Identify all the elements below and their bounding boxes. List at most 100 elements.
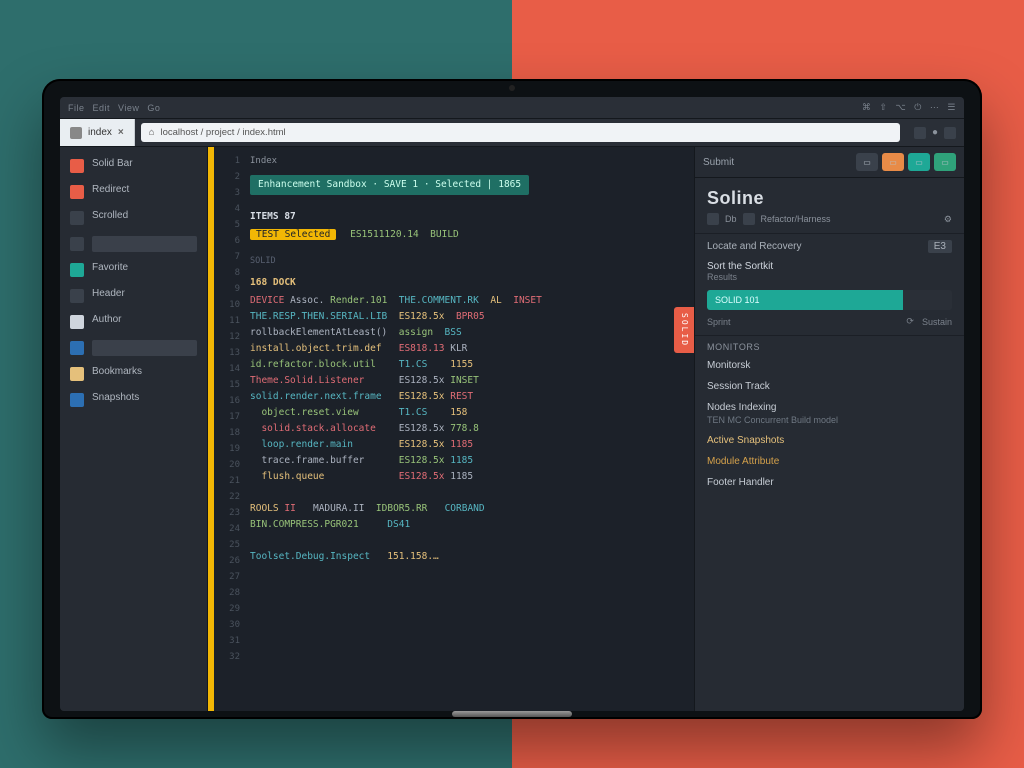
section-title: Monitors	[695, 335, 964, 356]
status-icon[interactable]: ⋯	[930, 102, 940, 113]
editor-tab[interactable]: Index	[250, 153, 686, 169]
tab-close-icon[interactable]: ×	[118, 127, 124, 138]
line-number: 5	[214, 217, 240, 233]
sidebar-item[interactable]: Header	[60, 283, 207, 309]
code-line: trace.frame.buffer ES128.5x 1185	[250, 453, 686, 469]
line-number: 14	[214, 361, 240, 377]
crumb-a[interactable]: Db	[725, 214, 737, 224]
code-line: ROOLS II MADURA.II IDBOR5.RR CORBAND	[250, 501, 686, 517]
code-line: rollbackElementAtLeast() assign BSS	[250, 325, 686, 341]
sidebar-item[interactable]: Favorite	[60, 257, 207, 283]
line-number: 27	[214, 569, 240, 585]
chip[interactable]: Sprint	[707, 317, 731, 327]
sidebar-swatch	[70, 315, 84, 329]
line-number: 4	[214, 201, 240, 217]
status-icon: ⇧	[879, 102, 887, 113]
breadcrumb[interactable]: Db Refactor/Harness ⚙	[695, 213, 964, 233]
line-number: 30	[214, 617, 240, 633]
sidebar-item[interactable]: Solid Bar	[60, 153, 207, 179]
status-banner: Enhancement Sandbox · SAVE 1 · Selected …	[250, 175, 529, 195]
search-input[interactable]: SOLID 101	[707, 290, 952, 310]
sidebar-item-label: Header	[92, 288, 197, 304]
setting-row[interactable]: Footer Handler	[695, 473, 964, 494]
code-line: THE.RESP.THEN.SERIAL.LIB ES128.5x BPR05	[250, 309, 686, 325]
line-number: 2	[214, 169, 240, 185]
line-number: 29	[214, 601, 240, 617]
line-number: 15	[214, 377, 240, 393]
menu-edit[interactable]: Edit	[93, 103, 111, 113]
line-number: 13	[214, 345, 240, 361]
sidebar-swatch	[70, 263, 84, 277]
setting-row[interactable]: Session Track	[695, 377, 964, 398]
sidebar-item[interactable]: Redirect	[60, 179, 207, 205]
crumb-b[interactable]: Refactor/Harness	[761, 214, 831, 224]
browser-tools: ●	[906, 119, 964, 146]
menu-right: ⌘ ⇧ ⌥ ⏻ ⋯ ☰	[862, 102, 956, 113]
menu-left: File Edit View Go	[68, 103, 160, 113]
crumb-icon	[707, 213, 719, 225]
setting-row[interactable]: Module Attribute	[695, 452, 964, 473]
sidebar-item[interactable]	[60, 335, 207, 361]
status-icon[interactable]: ☰	[947, 102, 956, 113]
status-icon: ⏻	[914, 102, 922, 113]
code-line: DEVICE Assoc. Render.101 THE.COMMENT.RK …	[250, 293, 686, 309]
panel-tool-button[interactable]: ▭	[934, 153, 956, 171]
line-number: 19	[214, 441, 240, 457]
panel-tool-button[interactable]: ▭	[908, 153, 930, 171]
setting-row[interactable]: Monitorsk	[695, 356, 964, 377]
panel-tool-button[interactable]: ▭	[882, 153, 904, 171]
lock-icon: ⌂	[149, 127, 155, 138]
line-number: 26	[214, 553, 240, 569]
inline-code: ES1511120.14 BUILD	[350, 229, 459, 240]
line-number: 9	[214, 281, 240, 297]
camera-dot	[509, 85, 515, 91]
tool-icon[interactable]	[914, 127, 926, 139]
menu-file[interactable]: File	[68, 103, 85, 113]
line-number: 24	[214, 521, 240, 537]
setting-row[interactable]: Active Snapshots	[695, 431, 964, 452]
sidebar-item-label: Favorite	[92, 262, 197, 278]
screen: File Edit View Go ⌘ ⇧ ⌥ ⏻ ⋯ ☰ index ×	[60, 97, 964, 711]
sidebar-swatch	[70, 341, 84, 355]
line-number: 25	[214, 537, 240, 553]
inspector-panel: Submit ▭▭▭▭ Soline Db Refactor/Harness ⚙…	[694, 147, 964, 711]
sidebar-swatch	[70, 159, 84, 173]
sidebar-item-label: Redirect	[92, 184, 197, 200]
sidebar-item[interactable]: Author	[60, 309, 207, 335]
line-number: 22	[214, 489, 240, 505]
setting-label: Session Track	[707, 381, 952, 392]
search-value: SOLID 101	[715, 295, 760, 305]
sidebar-item-label	[92, 340, 197, 356]
menu-view[interactable]: View	[118, 103, 139, 113]
os-titlebar: File Edit View Go ⌘ ⇧ ⌥ ⏻ ⋯ ☰	[60, 97, 964, 119]
chip[interactable]: Sustain	[922, 317, 952, 327]
sidebar-item[interactable]	[60, 231, 207, 257]
sidebar-item[interactable]: Bookmarks	[60, 361, 207, 387]
menu-go[interactable]: Go	[147, 103, 160, 113]
code-area[interactable]: Index Enhancement Sandbox · SAVE 1 · Sel…	[244, 147, 694, 711]
sidebar-swatch	[70, 237, 84, 251]
laptop-frame: File Edit View Go ⌘ ⇧ ⌥ ⏻ ⋯ ☰ index ×	[42, 79, 982, 719]
code-line: loop.render.main ES128.5x 1185	[250, 437, 686, 453]
sidebar-swatch	[70, 185, 84, 199]
browser-tab[interactable]: index ×	[60, 119, 135, 146]
tool-icon[interactable]	[944, 127, 956, 139]
gear-icon[interactable]: ⚙	[944, 214, 952, 225]
sidebar-item-label: Scrolled	[92, 210, 197, 226]
code-line: Theme.Solid.Listener ES128.5x INSET	[250, 373, 686, 389]
address-text: localhost / project / index.html	[161, 127, 286, 138]
sidebar-item-label	[92, 236, 197, 252]
sidebar-item[interactable]: Scrolled	[60, 205, 207, 231]
field-row[interactable]: Locate and Recovery E3	[695, 233, 964, 259]
setting-label: Active Snapshots	[707, 435, 952, 446]
highlight-chip: TEST Selected	[250, 229, 336, 240]
setting-row[interactable]: Nodes IndexingTEN MC Concurrent Build mo…	[695, 398, 964, 431]
address-bar[interactable]: ⌂ localhost / project / index.html	[141, 123, 900, 142]
line-number: 1	[214, 153, 240, 169]
code-line: solid.stack.allocate ES128.5x 778.8	[250, 421, 686, 437]
line-number: 3	[214, 185, 240, 201]
side-tag[interactable]: SOLID	[674, 307, 694, 353]
sidebar-item-label: Author	[92, 314, 197, 330]
panel-tool-button[interactable]: ▭	[856, 153, 878, 171]
sidebar-item[interactable]: Snapshots	[60, 387, 207, 413]
